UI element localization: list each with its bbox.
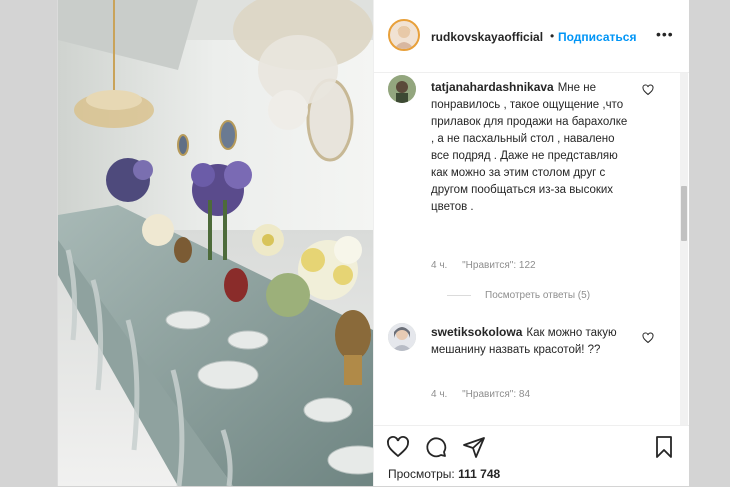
comment-likes[interactable]: "Нравится": 122 bbox=[462, 260, 535, 271]
follow-button[interactable]: Подписаться bbox=[558, 30, 636, 44]
comment-text: swetiksokolowa Как можно такую мешанину н… bbox=[431, 324, 631, 359]
comments-scrollbar[interactable] bbox=[680, 73, 688, 425]
heart-icon[interactable] bbox=[642, 332, 654, 344]
comments-list[interactable]: tatjanahardashnikava Мне не понравилось ,… bbox=[374, 73, 679, 425]
post-actions: Просмотры: 111 748 bbox=[374, 425, 689, 487]
post-photo[interactable] bbox=[58, 0, 373, 486]
comment-time: 4 ч. bbox=[431, 260, 448, 271]
post-sidebar: rudkovskayaofficial • Подписаться ••• ta… bbox=[373, 0, 689, 486]
replies-divider bbox=[447, 294, 471, 296]
comment-body: Мне не понравилось , такое ощущение ,что… bbox=[431, 82, 628, 213]
views-number: 111 748 bbox=[458, 467, 501, 481]
instagram-post: rudkovskayaofficial • Подписаться ••• ta… bbox=[57, 0, 689, 486]
comment-username[interactable]: swetiksokolowa bbox=[431, 325, 522, 339]
heart-icon[interactable] bbox=[386, 435, 410, 459]
view-replies-label: Посмотреть ответы (5) bbox=[485, 290, 591, 301]
share-icon[interactable] bbox=[462, 435, 486, 459]
comment-likes[interactable]: "Нравится": 84 bbox=[462, 389, 530, 400]
comment-icon[interactable] bbox=[424, 435, 448, 459]
commenter-avatar[interactable] bbox=[388, 75, 416, 103]
comment-text: tatjanahardashnikava Мне не понравилось ,… bbox=[431, 79, 631, 216]
comment-time: 4 ч. bbox=[431, 389, 448, 400]
comment-meta: 4 ч. "Нравится": 122 bbox=[431, 260, 548, 271]
commenter-avatar[interactable] bbox=[388, 323, 416, 351]
comment-username[interactable]: tatjanahardashnikava bbox=[431, 80, 554, 94]
view-replies-button[interactable]: Посмотреть ответы (5) bbox=[447, 290, 590, 301]
comment-meta: 4 ч. "Нравится": 84 bbox=[431, 389, 542, 400]
views-count: Просмотры: 111 748 bbox=[388, 467, 500, 481]
separator-dot: • bbox=[550, 29, 555, 43]
views-label: Просмотры: bbox=[388, 467, 455, 481]
heart-icon[interactable] bbox=[642, 84, 654, 96]
table-setting-image bbox=[58, 0, 373, 486]
author-username[interactable]: rudkovskayaofficial bbox=[431, 30, 549, 44]
bookmark-icon[interactable] bbox=[652, 435, 676, 459]
post-header: rudkovskayaofficial • Подписаться ••• bbox=[374, 0, 689, 73]
scrollbar-thumb[interactable] bbox=[681, 186, 687, 241]
more-options-icon[interactable]: ••• bbox=[656, 26, 674, 42]
author-avatar[interactable] bbox=[388, 19, 420, 51]
